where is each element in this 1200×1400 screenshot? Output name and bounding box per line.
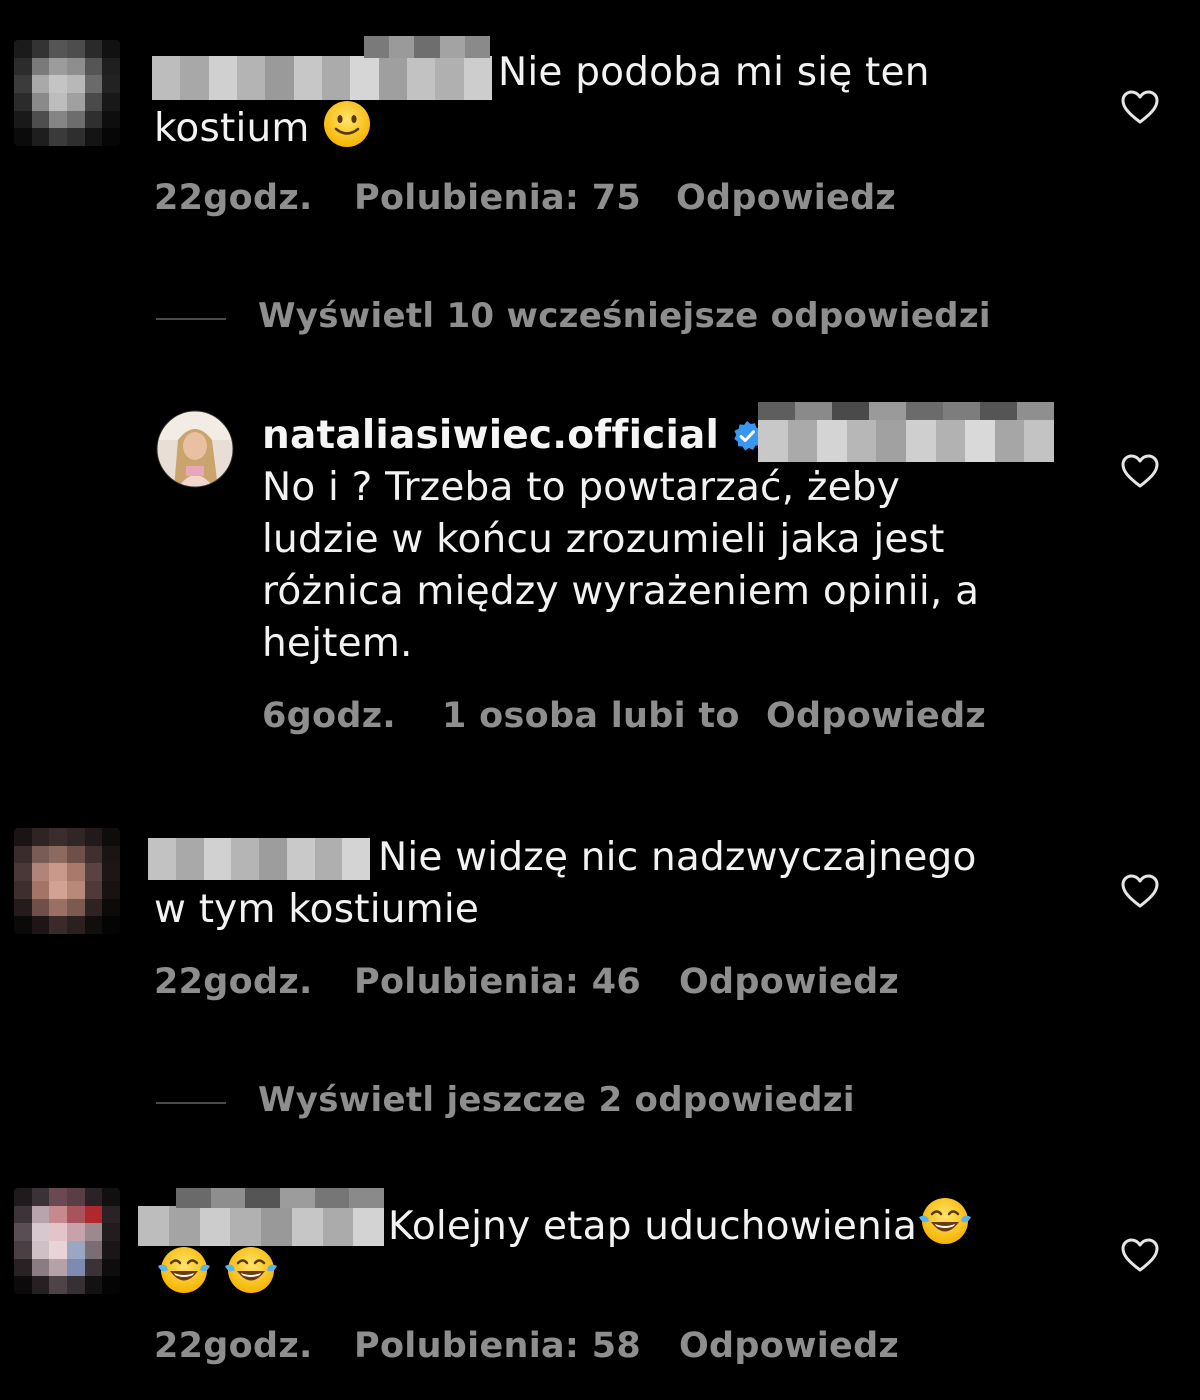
avatar[interactable] — [14, 40, 120, 146]
reply-text-line: ludzie w końcu zrozumieli jaka jest — [262, 517, 945, 562]
blurred-username[interactable] — [138, 1206, 384, 1246]
reply-text-line: różnica między wyrażeniem opinii, a — [262, 569, 980, 614]
slightly-smiling-face-emoji — [324, 101, 371, 147]
username[interactable]: nataliasiwiec.official — [262, 413, 719, 458]
reply-text-line: No i ? Trzeba to powtarzać, żeby — [262, 465, 900, 510]
comment-text-line1: Kolejny etap uduchowienia — [388, 1204, 918, 1249]
comment-time: 22godz. — [154, 1326, 313, 1366]
reply-button[interactable]: Odpowiedz — [679, 962, 899, 1002]
comment-text: kostium — [154, 99, 372, 155]
blurred-username[interactable] — [148, 838, 370, 880]
view-replies-link[interactable]: Wyświetl 10 wcześniejsze odpowiedzi — [258, 296, 991, 336]
blurred-mention-top — [758, 402, 1054, 420]
comment-time: 6godz. — [262, 696, 396, 736]
heart-icon[interactable] — [1120, 872, 1160, 912]
reply-button[interactable]: Odpowiedz — [766, 696, 986, 736]
blurred-username-top — [176, 1188, 384, 1208]
avatar[interactable] — [14, 1188, 120, 1294]
comment-text: Nie podoba mi się ten — [498, 47, 930, 99]
comment-text-line1: Nie widzę nic nadzwyczajnego — [378, 835, 977, 880]
comment-text-line1: Nie podoba mi się ten — [498, 50, 930, 95]
blurred-mention[interactable] — [758, 418, 1054, 462]
likes-count[interactable]: 1 osoba lubi to — [442, 696, 740, 736]
reply-header: nataliasiwiec.official — [262, 410, 763, 462]
face-with-tears-of-joy-emoji — [225, 1247, 278, 1293]
comment-text-line2: w tym kostiumie — [154, 887, 480, 932]
emoji-row — [154, 1244, 281, 1300]
heart-icon[interactable] — [1120, 1236, 1160, 1276]
likes-count[interactable]: Polubienia: 58 — [354, 1326, 641, 1366]
avatar[interactable] — [156, 410, 234, 488]
blurred-username[interactable] — [152, 56, 492, 100]
comment-text: Kolejny etap uduchowienia — [388, 1195, 973, 1253]
reply-button[interactable]: Odpowiedz — [679, 1326, 899, 1366]
blurred-username-top — [364, 36, 490, 58]
comment-time: 22godz. — [154, 178, 313, 218]
view-replies-link[interactable]: Wyświetl jeszcze 2 odpowiedzi — [258, 1080, 855, 1120]
divider-line — [156, 318, 226, 320]
likes-count[interactable]: Polubienia: 46 — [354, 962, 641, 1002]
heart-icon[interactable] — [1120, 88, 1160, 128]
divider-line — [156, 1102, 226, 1104]
reply-text-line: hejtem. — [262, 621, 413, 666]
face-with-tears-of-joy-emoji — [158, 1247, 210, 1293]
face-with-tears-of-joy-emoji — [919, 1198, 972, 1244]
comment-time: 22godz. — [154, 962, 313, 1002]
comment-text-line2: kostium — [154, 106, 310, 151]
heart-icon[interactable] — [1120, 452, 1160, 492]
avatar[interactable] — [14, 828, 120, 934]
likes-count[interactable]: Polubienia: 75 — [354, 178, 641, 218]
reply-button[interactable]: Odpowiedz — [676, 178, 896, 218]
